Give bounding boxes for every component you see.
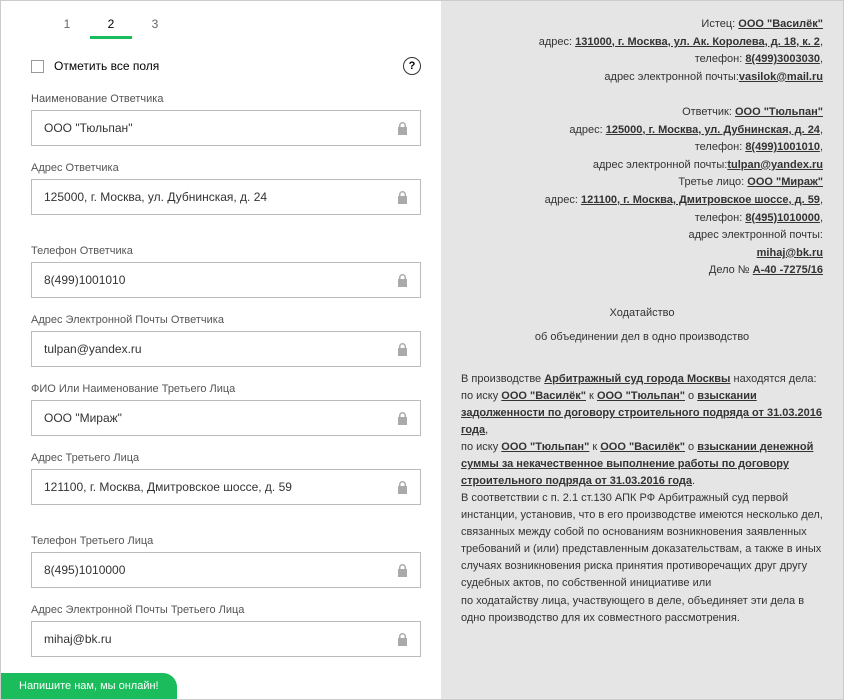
doc-subtitle: об объединении дел в одно производство <box>461 329 823 346</box>
defendant-phone-input[interactable] <box>32 263 397 297</box>
help-icon[interactable]: ? <box>403 57 421 75</box>
tab-1[interactable]: 1 <box>46 11 88 37</box>
lock-icon <box>397 633 420 646</box>
lock-icon <box>397 412 420 425</box>
lock-icon <box>397 274 420 287</box>
defendant-email-input[interactable] <box>32 332 397 366</box>
defendant-name-input[interactable] <box>32 111 397 145</box>
check-all-checkbox[interactable] <box>31 60 44 73</box>
defendant-phone-label: Телефон Ответчика <box>31 245 421 257</box>
lock-icon <box>397 343 420 356</box>
lock-icon <box>397 481 420 494</box>
lock-icon <box>397 191 420 204</box>
defendant-address-label: Адрес Ответчика <box>31 162 421 174</box>
defendant-name-label: Наименование Ответчика <box>31 93 421 105</box>
lock-icon <box>397 122 420 135</box>
third-email-label: Адрес Электронной Почты Третьего Лица <box>31 604 421 616</box>
tab-2[interactable]: 2 <box>90 11 132 37</box>
third-address-label: Адрес Третьего Лица <box>31 452 421 464</box>
defendant-email-label: Адрес Электронной Почты Ответчика <box>31 314 421 326</box>
tab-3[interactable]: 3 <box>134 11 176 37</box>
third-email-input[interactable] <box>32 622 397 656</box>
third-phone-input[interactable] <box>32 553 397 587</box>
third-name-label: ФИО Или Наименование Третьего Лица <box>31 383 421 395</box>
document-preview: Истец: ООО "Василёк" адрес: 131000, г. М… <box>441 1 843 699</box>
lock-icon <box>397 564 420 577</box>
defendant-address-input[interactable] <box>32 180 397 214</box>
check-all-label: Отметить все поля <box>54 59 159 73</box>
third-address-input[interactable] <box>32 470 397 504</box>
chat-widget[interactable]: Напишите нам, мы онлайн! <box>1 673 177 699</box>
doc-body: В производстве Арбитражный суд города Мо… <box>461 371 823 627</box>
third-name-input[interactable] <box>32 401 397 435</box>
doc-title: Ходатайство <box>461 305 823 322</box>
third-phone-label: Телефон Третьего Лица <box>31 535 421 547</box>
step-tabs: 1 2 3 <box>46 11 421 37</box>
